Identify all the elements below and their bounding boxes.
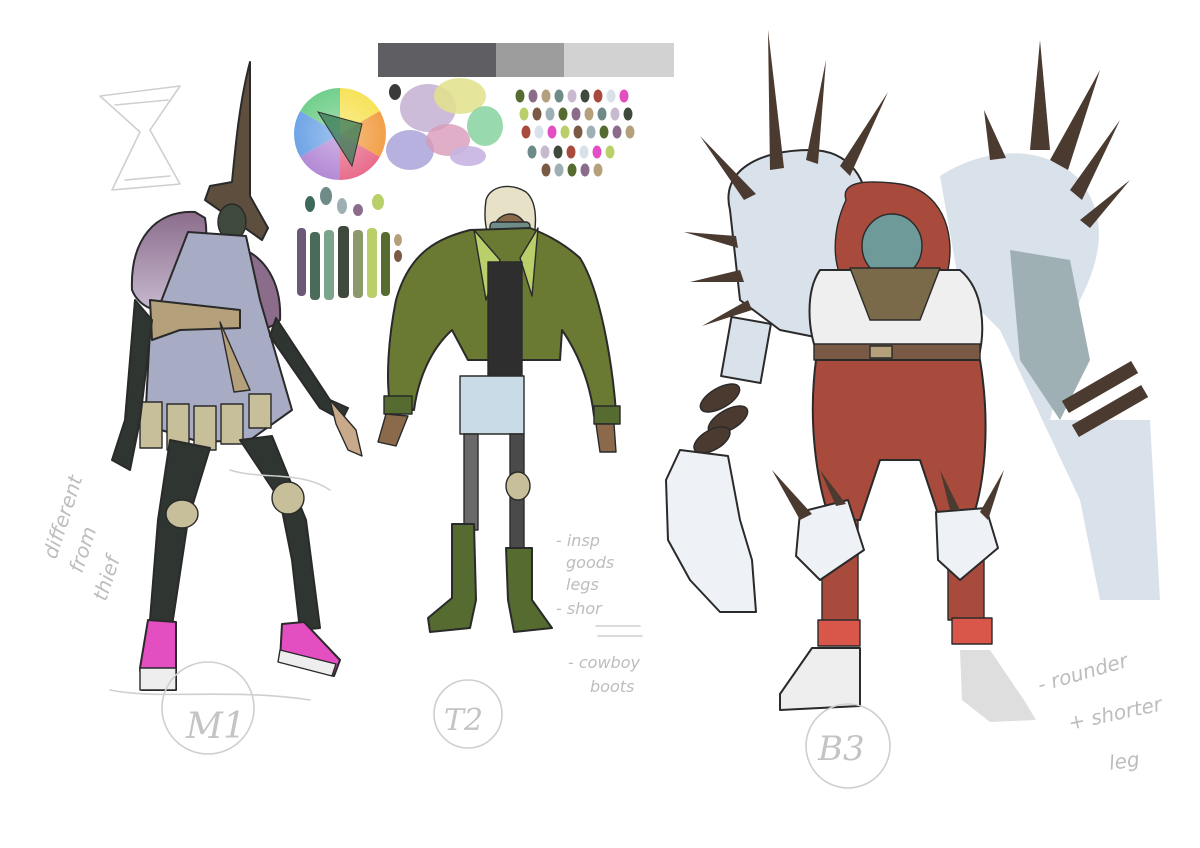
color-dot-swatch [515, 89, 525, 103]
color-dot-swatch [541, 89, 551, 103]
color-dot-swatch [560, 125, 570, 139]
color-dot-swatch [554, 89, 564, 103]
value-swatch-dark [378, 43, 496, 77]
dot-swatches [515, 89, 635, 177]
color-dot-swatch [623, 107, 633, 121]
m1-label: M1 [185, 706, 246, 747]
color-dot-swatch [592, 145, 602, 159]
color-dot-swatch [521, 125, 531, 139]
color-dot-swatch [579, 145, 589, 159]
color-dot-swatch [599, 125, 609, 139]
color-dot-swatch [519, 107, 529, 121]
color-dot-swatch [567, 163, 577, 177]
b3-note-line-1: - rounder [1035, 648, 1132, 697]
paint-smears [386, 78, 503, 170]
color-dot-swatch [593, 89, 603, 103]
color-dot-swatch [534, 125, 544, 139]
t2-note-line-1: - insp [556, 531, 600, 550]
concept-art-sheet: M1 different from thief T2 - insp goods … [38, 30, 1166, 789]
color-dot-swatch [541, 163, 551, 177]
color-dot-swatch [558, 107, 568, 121]
m1-note-line-3: thief [88, 550, 126, 603]
color-dot-swatch [553, 145, 563, 159]
character-b3 [665, 30, 1160, 722]
color-dot-swatch [584, 107, 594, 121]
color-dot-swatch [554, 163, 564, 177]
b3-label: B3 [817, 729, 865, 769]
color-dot-swatch [597, 107, 607, 121]
color-dot-swatch [540, 145, 550, 159]
color-dot-swatch [547, 125, 557, 139]
color-dot-swatch [593, 163, 603, 177]
color-dot-swatch [571, 107, 581, 121]
color-dot-swatch [610, 107, 620, 121]
bar-swatches [297, 187, 402, 300]
color-dot-swatch [625, 125, 635, 139]
t2-note-line-2: goods [566, 553, 614, 572]
m1-label-group: M1 different from thief [38, 471, 255, 755]
value-swatch-mid [496, 43, 564, 77]
color-dot-swatch [527, 145, 537, 159]
value-swatch-light [564, 43, 674, 77]
color-dot-swatch [528, 89, 538, 103]
t2-note-line-6: boots [590, 677, 634, 696]
color-wheel [294, 88, 386, 180]
color-dot-swatch [545, 107, 555, 121]
color-dot-swatch [566, 145, 576, 159]
t2-note-line-4: - shor [556, 599, 603, 618]
b3-note-line-2: + shorter [1066, 691, 1166, 735]
t2-label: T2 [444, 703, 483, 738]
color-dot-swatch [573, 125, 583, 139]
b3-note-line-3: leg [1107, 747, 1141, 775]
color-dot-swatch [580, 89, 590, 103]
value-scale-bar [378, 43, 674, 77]
hourglass-sketch [99, 85, 181, 191]
color-dot-swatch [586, 125, 596, 139]
color-dot-swatch [612, 125, 622, 139]
color-dot-swatch [567, 89, 577, 103]
color-dot-swatch [532, 107, 542, 121]
t2-note-line-5: - cowboy [568, 653, 640, 672]
color-dot-swatch [580, 163, 590, 177]
t2-note-line-3: legs [566, 575, 599, 594]
color-dot-swatch [619, 89, 629, 103]
color-dot-swatch [605, 145, 615, 159]
color-dot-swatch [606, 89, 616, 103]
